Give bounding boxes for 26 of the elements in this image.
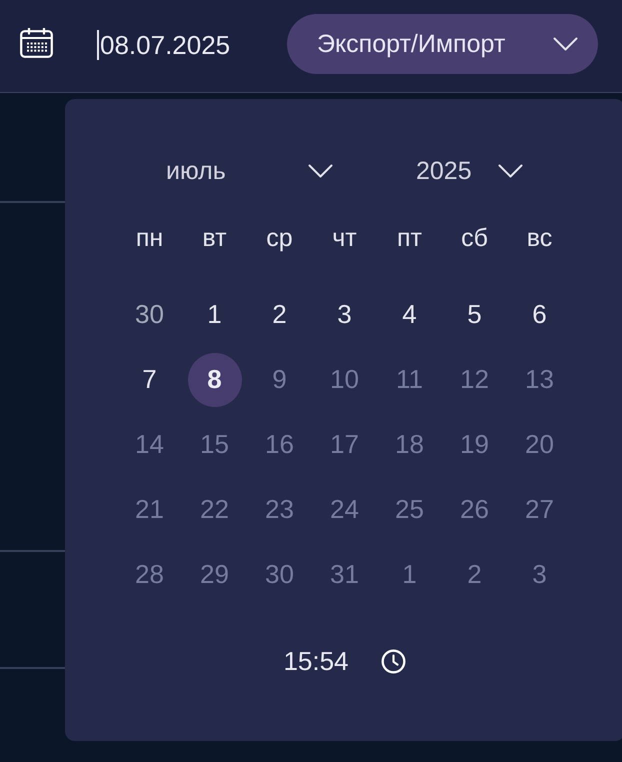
time-value[interactable]: 15:54	[283, 646, 349, 676]
day-cell[interactable]: 5	[448, 288, 502, 342]
weekday-label: пт	[397, 224, 422, 252]
weekday-label: чт	[332, 224, 357, 252]
month-select[interactable]: июль	[166, 149, 333, 193]
day-cell[interactable]: 6	[512, 288, 566, 342]
day-cell[interactable]: 4	[382, 288, 436, 342]
year-select[interactable]: 2025	[416, 149, 523, 193]
day-cell[interactable]: 7	[122, 352, 176, 406]
day-cell[interactable]: 30	[122, 288, 176, 342]
day-cell[interactable]: 1	[188, 288, 242, 342]
clock-icon[interactable]	[380, 648, 406, 674]
chevron-down-icon	[553, 37, 578, 51]
weekday-label: вт	[202, 224, 227, 252]
date-field[interactable]: 08.07.2025	[97, 26, 230, 64]
day-cell[interactable]: 2	[252, 288, 306, 342]
chevron-down-icon	[308, 164, 333, 178]
day-cell[interactable]: 3	[318, 288, 372, 342]
export-button[interactable]: Экспорт/Импорт	[287, 14, 598, 74]
weekday-label: ср	[266, 224, 293, 252]
day-cell[interactable]: 8	[188, 352, 242, 406]
chevron-down-icon	[498, 164, 523, 178]
weekday-label: пн	[136, 224, 164, 252]
weekday-label: вс	[526, 224, 552, 252]
weekday-label: сб	[461, 224, 488, 252]
calendar-icon[interactable]	[20, 28, 53, 58]
